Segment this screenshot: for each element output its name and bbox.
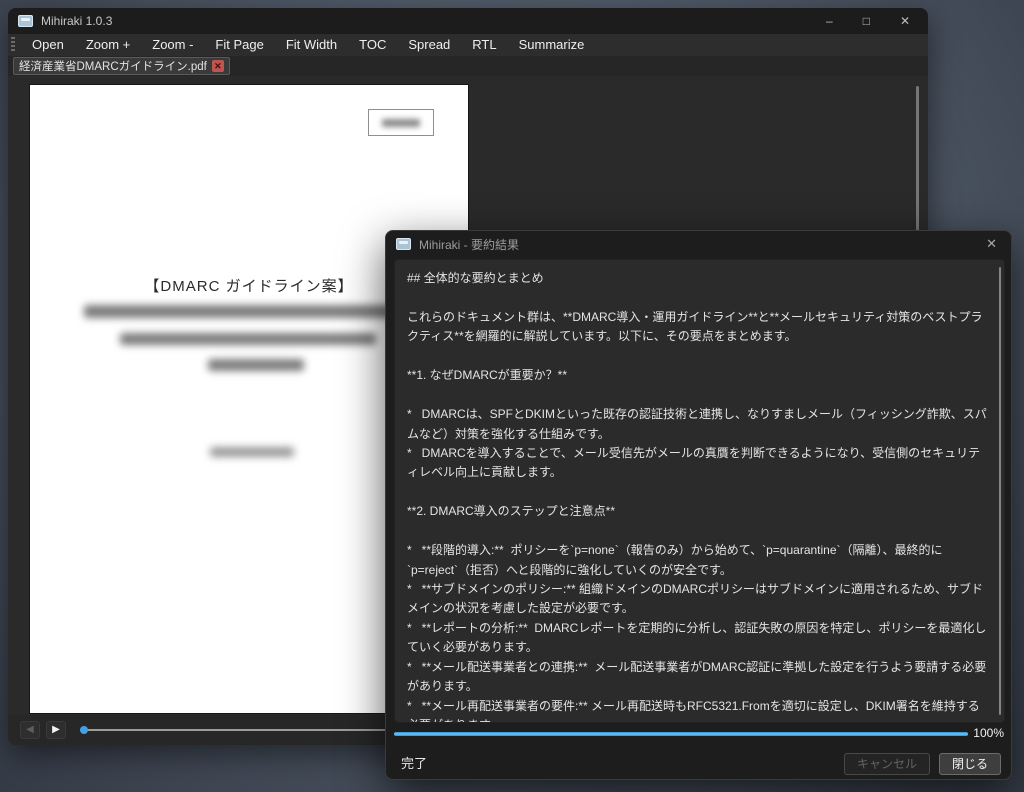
menubar: Open Zoom + Zoom - Fit Page Fit Width TO… (8, 34, 928, 56)
document-tab[interactable]: 経済産業省DMARCガイドライン.pdf ✕ (13, 57, 230, 75)
progress-bar (394, 732, 968, 736)
next-page-button[interactable]: ▶ (46, 721, 66, 739)
tab-close-icon[interactable]: ✕ (212, 60, 224, 72)
menu-open[interactable]: Open (21, 34, 75, 56)
desktop-background: Mihiraki 1.0.3 – □ ✕ Open Zoom + Zoom - … (0, 0, 1024, 792)
menu-drag-handle-icon[interactable] (11, 37, 15, 53)
close-icon[interactable]: ✕ (900, 8, 910, 34)
menu-zoom-in[interactable]: Zoom + (75, 34, 141, 56)
app-icon (18, 15, 33, 27)
previous-page-button[interactable]: ◀ (20, 721, 40, 739)
pdf-stamp-box (368, 109, 434, 136)
menu-summarize[interactable]: Summarize (508, 34, 596, 56)
previous-page-icon: ◀ (26, 725, 34, 735)
redacted-text-line (84, 305, 420, 318)
summary-text: ## 全体的な要約とまとめ これらのドキュメント群は、**DMARC導入・運用ガ… (395, 260, 1004, 722)
progress-bar-fill (394, 732, 968, 736)
menu-rtl[interactable]: RTL (461, 34, 507, 56)
summary-text-area[interactable]: ## 全体的な要約とまとめ これらのドキュメント群は、**DMARC導入・運用ガ… (394, 259, 1005, 723)
redacted-text-line (208, 359, 304, 371)
slider-thumb[interactable] (80, 726, 88, 734)
dialog-buttons: キャンセル 閉じる (844, 753, 1001, 775)
tabbar: 経済産業省DMARCガイドライン.pdf ✕ (8, 56, 928, 76)
cancel-button[interactable]: キャンセル (844, 753, 930, 775)
menu-zoom-out[interactable]: Zoom - (141, 34, 204, 56)
dialog-close-icon[interactable]: ✕ (986, 236, 1001, 252)
progress-percent: 100% (973, 726, 1004, 740)
close-button[interactable]: 閉じる (939, 753, 1001, 775)
status-text: 完了 (401, 753, 427, 772)
window-controls: – □ ✕ (826, 8, 918, 34)
dialog-title: Mihiraki - 要約結果 (419, 236, 519, 253)
maximize-icon[interactable]: □ (863, 8, 870, 34)
summary-dialog: Mihiraki - 要約結果 ✕ ## 全体的な要約とまとめ これらのドキュメ… (385, 230, 1012, 780)
summary-scrollbar[interactable] (999, 267, 1001, 715)
dialog-app-icon (396, 238, 411, 250)
play-icon: ▶ (52, 725, 60, 735)
minimize-icon[interactable]: – (826, 8, 833, 34)
main-titlebar: Mihiraki 1.0.3 – □ ✕ (8, 8, 928, 34)
dialog-titlebar: Mihiraki - 要約結果 ✕ (386, 231, 1011, 257)
menu-fit-page[interactable]: Fit Page (204, 34, 274, 56)
redacted-text-line (210, 447, 294, 457)
window-title: Mihiraki 1.0.3 (41, 14, 112, 28)
tab-label: 経済産業省DMARCガイドライン.pdf (19, 58, 207, 74)
menu-fit-width[interactable]: Fit Width (275, 34, 348, 56)
menu-toc[interactable]: TOC (348, 34, 397, 56)
redacted-stamp-text (382, 119, 420, 127)
redacted-text-line (120, 333, 376, 345)
menu-spread[interactable]: Spread (397, 34, 461, 56)
